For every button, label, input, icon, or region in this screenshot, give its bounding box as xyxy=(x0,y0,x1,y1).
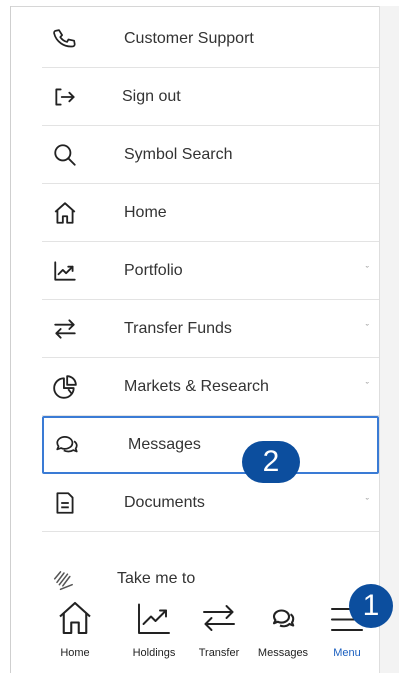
menu-item-label: Portfolio xyxy=(124,261,183,279)
nav-label: Menu xyxy=(333,647,361,659)
menu-item-label: Home xyxy=(124,203,167,221)
chevron-down-icon[interactable]: ˇ xyxy=(366,381,369,392)
document-icon xyxy=(50,488,80,518)
menu-item-sign-out[interactable]: Sign out xyxy=(42,68,379,126)
nav-label: Home xyxy=(60,647,90,659)
pie-chart-icon xyxy=(50,372,80,402)
chart-trend-icon xyxy=(134,600,174,641)
annotation-badge-2: 2 xyxy=(242,441,300,483)
menu-item-label: Markets & Research xyxy=(124,377,269,395)
app-frame: Customer Support Sign out Symbol Search xyxy=(0,0,399,673)
bottom-nav: Home Holdings Transfer Messages Menu xyxy=(42,600,379,673)
chat-bubbles-icon xyxy=(52,430,82,460)
chart-trend-icon xyxy=(50,256,80,286)
nav-item-transfer[interactable]: Transfer xyxy=(194,600,244,659)
nav-label: Transfer xyxy=(198,647,240,659)
annotation-badge-1: 1 xyxy=(349,584,393,628)
menu-item-label: Sign out xyxy=(122,87,181,105)
menu-item-home[interactable]: Home xyxy=(42,184,379,242)
transfer-arrows-icon xyxy=(199,600,239,641)
menu-item-symbol-search[interactable]: Symbol Search xyxy=(42,126,379,184)
sign-out-icon xyxy=(50,82,80,112)
menu-item-label: Customer Support xyxy=(124,29,254,47)
search-icon xyxy=(50,140,80,170)
menu-item-messages[interactable]: Messages xyxy=(42,416,379,474)
menu-item-label: Documents xyxy=(124,493,205,511)
menu-item-label: Transfer Funds xyxy=(124,319,232,337)
chat-bubbles-icon xyxy=(263,600,303,641)
phone-icon xyxy=(50,24,80,54)
chevron-down-icon[interactable]: ˇ xyxy=(366,323,369,334)
take-me-to-label: Take me to xyxy=(117,570,196,587)
menu-item-label: Symbol Search xyxy=(124,145,233,163)
nav-item-home[interactable]: Home xyxy=(50,600,100,659)
nav-item-messages[interactable]: Messages xyxy=(252,600,314,659)
transfer-arrows-icon xyxy=(50,314,80,344)
home-icon xyxy=(50,198,80,228)
nav-item-holdings[interactable]: Holdings xyxy=(124,600,184,659)
left-border xyxy=(10,6,11,673)
chevron-down-icon[interactable]: ˇ xyxy=(366,497,369,508)
menu-item-label: Messages xyxy=(128,436,201,453)
hand-pointer-icon xyxy=(50,566,80,596)
menu-list: Customer Support Sign out Symbol Search xyxy=(42,10,379,532)
menu-item-documents[interactable]: Documents ˇ xyxy=(42,474,379,532)
menu-item-take-me-to[interactable]: Take me to xyxy=(42,560,342,600)
top-border xyxy=(10,6,399,7)
menu-item-portfolio[interactable]: Portfolio ˇ xyxy=(42,242,379,300)
home-icon xyxy=(55,600,95,641)
nav-label: Holdings xyxy=(132,647,176,659)
scrollbar-rail[interactable] xyxy=(379,6,399,673)
menu-item-transfer-funds[interactable]: Transfer Funds ˇ xyxy=(42,300,379,358)
menu-item-customer-support[interactable]: Customer Support xyxy=(42,10,379,68)
menu-item-markets-research[interactable]: Markets & Research ˇ xyxy=(42,358,379,416)
nav-label: Messages xyxy=(257,647,309,659)
chevron-down-icon[interactable]: ˇ xyxy=(366,265,369,276)
